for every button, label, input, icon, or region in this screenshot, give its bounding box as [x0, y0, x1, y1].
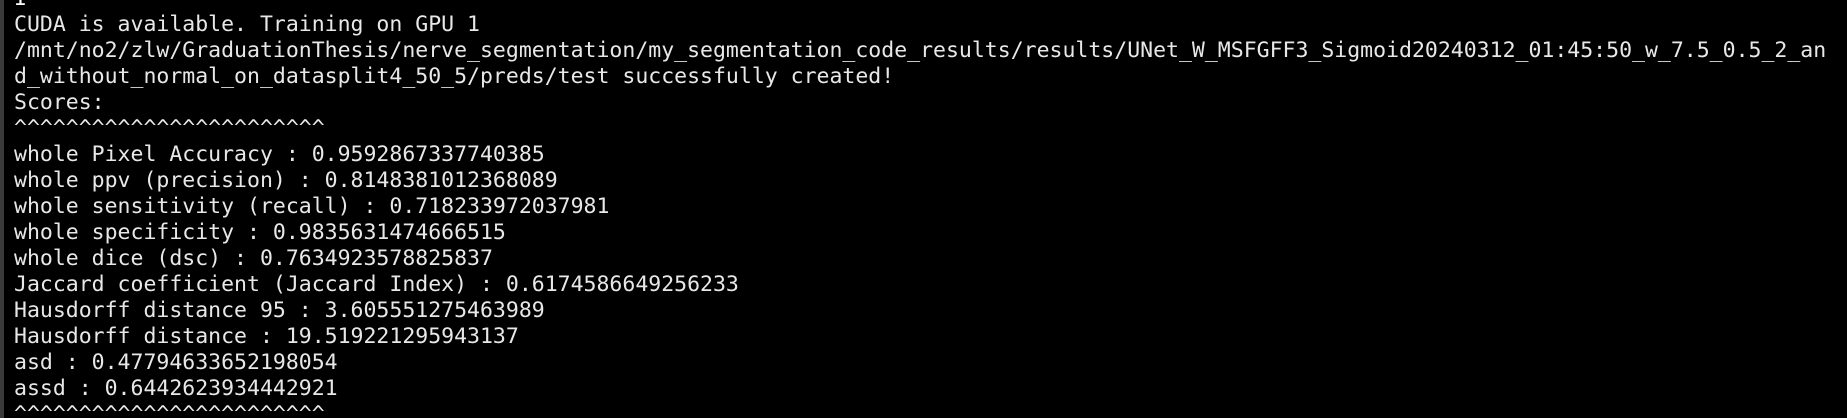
- terminal-line-hausdorff-95: Hausdorff distance 95 : 3.60555127546398…: [14, 298, 545, 323]
- terminal-left-border: [0, 0, 4, 418]
- terminal-line-asd: asd : 0.47794633652198054: [14, 350, 338, 375]
- terminal-line-sensitivity: whole sensitivity (recall) : 0.718233972…: [14, 194, 610, 219]
- terminal-line-separator-top: ^^^^^^^^^^^^^^^^^^^^^^^^: [14, 116, 325, 141]
- terminal-cursor-fragment: I: [14, 0, 1826, 12]
- terminal-line-cuda-status: CUDA is available. Training on GPU 1: [14, 12, 480, 37]
- terminal-line-pixel-accuracy: whole Pixel Accuracy : 0.959286733774038…: [14, 142, 545, 167]
- terminal-line-specificity: whole specificity : 0.9835631474666515: [14, 220, 506, 245]
- terminal-window[interactable]: ICUDA is available. Training on GPU 1/mn…: [0, 0, 1847, 418]
- terminal-line-path-part1: /mnt/no2/zlw/GraduationThesis/nerve_segm…: [14, 38, 1827, 63]
- terminal-line-hausdorff: Hausdorff distance : 19.519221295943137: [14, 324, 519, 349]
- terminal-line-scores-heading: Scores:: [14, 90, 105, 115]
- terminal-output[interactable]: ICUDA is available. Training on GPU 1/mn…: [14, 0, 1826, 418]
- terminal-line-path-part2: d_without_normal_on_datasplit4_50_5/pred…: [14, 64, 895, 89]
- terminal-line-dice: whole dice (dsc) : 0.7634923578825837: [14, 246, 493, 271]
- terminal-line-ppv: whole ppv (precision) : 0.81483810123680…: [14, 168, 558, 193]
- terminal-line-assd: assd : 0.6442623934442921: [14, 376, 338, 401]
- terminal-line-separator-bottom: ^^^^^^^^^^^^^^^^^^^^^^^^: [14, 402, 325, 418]
- terminal-line-jaccard: Jaccard coefficient (Jaccard Index) : 0.…: [14, 272, 739, 297]
